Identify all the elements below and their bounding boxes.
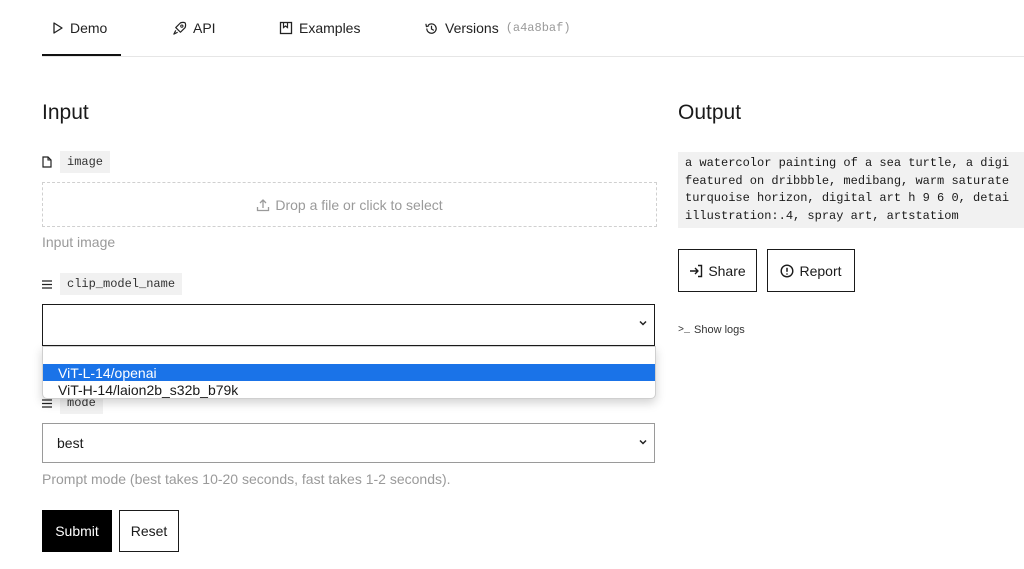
tab-api-label: API xyxy=(193,20,216,36)
input-title: Input xyxy=(42,101,89,124)
tab-examples[interactable]: Examples xyxy=(279,0,360,56)
mode-selected-value: best xyxy=(57,435,84,451)
clip-model-dropdown: ViT-L-14/openai ViT-H-14/laion2b_s32b_b7… xyxy=(42,346,656,399)
tab-examples-label: Examples xyxy=(299,20,361,36)
clip-model-field-name: clip_model_name xyxy=(60,273,183,295)
tab-api[interactable]: API xyxy=(172,0,216,56)
list-icon xyxy=(42,279,60,289)
clip-model-field-label: clip_model_name xyxy=(42,273,183,295)
list-icon xyxy=(42,398,60,408)
tab-versions[interactable]: Versions (a4a8baf) xyxy=(424,0,571,56)
show-logs-label: Show logs xyxy=(694,324,745,336)
report-label: Report xyxy=(799,262,842,279)
mode-select[interactable]: best xyxy=(42,423,655,463)
output-line: a watercolor painting of a sea turtle, a… xyxy=(685,156,1010,170)
output-line: featured on dribbble, medibang, warm sat… xyxy=(685,173,1010,188)
version-hash: (a4a8baf) xyxy=(505,21,571,35)
tab-bar: Demo API Examples Versions (a4a8baf) xyxy=(42,0,1024,57)
play-icon xyxy=(53,22,63,34)
share-button[interactable]: Share xyxy=(678,249,757,292)
share-icon xyxy=(690,264,703,277)
clip-model-select[interactable] xyxy=(42,304,655,346)
show-logs-toggle[interactable]: >_ Show logs xyxy=(678,324,745,336)
dropzone-text: Drop a file or click to select xyxy=(275,196,443,213)
terminal-icon: >_ xyxy=(678,324,691,336)
report-button[interactable]: Report xyxy=(767,249,855,292)
alert-circle-icon xyxy=(780,263,794,278)
history-icon xyxy=(425,22,437,34)
rocket-icon xyxy=(173,21,187,35)
tab-demo[interactable]: Demo xyxy=(52,0,107,56)
output-text-box: a watercolor painting of a sea turtle, a… xyxy=(678,152,1024,228)
image-field-name: image xyxy=(60,151,111,173)
output-title: Output xyxy=(678,101,742,124)
share-label: Share xyxy=(708,262,746,279)
mode-help-text: Prompt mode (best takes 10-20 seconds, f… xyxy=(42,471,451,487)
output-line: illustration:.4, spray art, artstatiom xyxy=(685,209,959,224)
dropdown-blank-option[interactable] xyxy=(43,347,655,364)
image-dropzone[interactable]: Drop a file or click to select xyxy=(42,182,657,227)
output-line: turquoise horizon, digital art h 9 6 0, … xyxy=(685,191,1010,206)
dropdown-option-vit-l-14[interactable]: ViT-L-14/openai xyxy=(43,364,655,381)
active-tab-indicator xyxy=(42,54,121,56)
upload-icon xyxy=(257,198,270,211)
chevron-down-icon xyxy=(639,320,647,326)
chevron-down-icon xyxy=(639,439,647,445)
submit-button[interactable]: Submit xyxy=(42,510,112,552)
tab-versions-label: Versions xyxy=(445,20,499,36)
reset-button[interactable]: Reset xyxy=(119,510,179,552)
tab-demo-label: Demo xyxy=(70,20,108,36)
image-help-text: Input image xyxy=(42,234,116,250)
file-icon xyxy=(42,156,60,168)
dropdown-option-vit-h-14[interactable]: ViT-H-14/laion2b_s32b_b79k xyxy=(43,381,655,398)
image-field-label: image xyxy=(42,151,111,173)
bookmark-icon xyxy=(279,21,293,35)
